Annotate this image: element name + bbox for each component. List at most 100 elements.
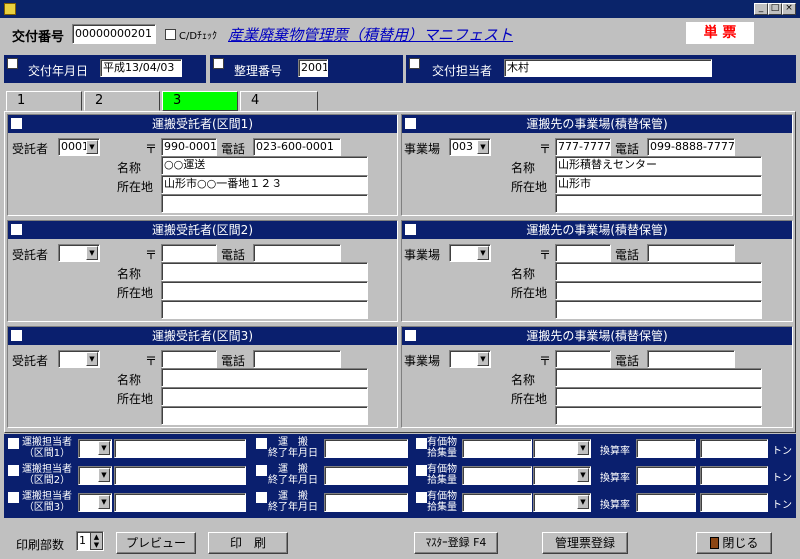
left-address2-field[interactable] [161,406,368,425]
left-name-field[interactable] [161,262,368,281]
right-zip-field[interactable] [555,244,611,262]
right-address2-field[interactable] [555,300,762,319]
valuable-unit-dropdown[interactable]: ▼ [533,466,591,485]
manage-number-checkbox[interactable] [213,58,224,69]
left-contractor-dropdown[interactable]: ▼ [58,350,100,368]
manage-number-field[interactable]: 2001 [298,59,328,77]
driver-dropdown[interactable]: ▼ [78,439,112,458]
left-zip-field[interactable] [161,244,217,262]
print-button[interactable]: 印 刷 [208,532,288,554]
right-section-checkbox[interactable] [405,330,416,341]
issuer-field[interactable]: 木村 [504,59,712,77]
right-tel-field[interactable]: 099-8888-7777 [647,138,735,156]
close-button-label: 閉じる [722,536,759,550]
right-site-dropdown[interactable]: 003 ▼ [449,138,491,156]
left-address2-field[interactable] [161,300,368,319]
driver-dropdown[interactable]: ▼ [78,466,112,485]
left-section-header: 運搬受託者(区間2) [8,221,397,239]
left-contractor-dropdown[interactable]: ▼ [58,244,100,262]
valuable-amount-field[interactable] [462,466,532,485]
left-address-field[interactable] [161,387,368,406]
issue-date-checkbox[interactable] [7,58,18,69]
left-address2-field[interactable] [161,194,368,213]
cd-check-checkbox[interactable] [165,29,176,40]
right-site-dropdown[interactable]: ▼ [449,350,491,368]
right-name-field[interactable] [555,368,762,387]
left-section-checkbox[interactable] [11,330,22,341]
left-zip-field[interactable]: 990-0001 [161,138,217,156]
right-zip-field[interactable] [555,350,611,368]
manifest-register-button[interactable]: 管理票登録 [542,532,628,554]
close-button[interactable]: 閉じる [696,532,772,554]
chevron-down-icon[interactable]: ▼ [477,140,489,154]
valuable-unit-dropdown[interactable]: ▼ [533,439,591,458]
right-address2-field[interactable] [555,194,762,213]
left-tel-field[interactable] [253,244,341,262]
right-address-field[interactable] [555,281,762,300]
chevron-down-icon[interactable]: ▼ [477,352,489,366]
preview-button[interactable]: プレビュー [116,532,196,554]
left-name-field[interactable] [161,368,368,387]
transport-end-date-field[interactable] [324,466,408,485]
left-address-field[interactable] [161,281,368,300]
right-tel-field[interactable] [647,244,735,262]
right-name-field[interactable]: 山形積替えセンター [555,156,762,175]
tab-3[interactable]: 3 [162,91,238,111]
left-zip-field[interactable] [161,350,217,368]
right-site-dropdown[interactable]: ▼ [449,244,491,262]
chevron-down-icon[interactable]: ▼ [86,140,98,154]
right-address2-field[interactable] [555,406,762,425]
master-register-button[interactable]: ﾏｽﾀｰ登録 F4 [414,532,498,554]
tab-4[interactable]: 4 [240,91,318,111]
tab-2[interactable]: 2 [84,91,160,111]
copies-label: 印刷部数 [16,538,65,552]
chevron-down-icon[interactable]: ▼ [86,352,98,366]
left-name-field[interactable]: ○○運送 [161,156,368,175]
issue-date-field[interactable]: 平成13/04/03 [100,59,182,77]
driver-name-field[interactable] [114,439,246,458]
right-section-checkbox[interactable] [405,118,416,129]
left-tel-field[interactable]: 023-600-0001 [253,138,341,156]
valuable-amount-field[interactable] [462,493,532,512]
driver-name-field[interactable] [114,466,246,485]
chevron-down-icon[interactable]: ▼ [98,495,110,509]
chevron-down-icon[interactable]: ▼ [86,246,98,260]
driver-name-field[interactable] [114,493,246,512]
conversion-rate-field[interactable] [636,439,696,458]
issue-number-field[interactable]: 00000000201 [72,24,156,44]
close-window-button[interactable]: × [782,3,796,15]
tonnage-field[interactable] [700,439,768,458]
valuable-unit-dropdown[interactable]: ▼ [533,493,591,512]
right-name-field[interactable] [555,262,762,281]
tonnage-field[interactable] [700,493,768,512]
valuable-amount-field[interactable] [462,439,532,458]
chevron-down-icon[interactable]: ▼ [577,468,589,482]
copies-spinner[interactable]: ▲ ▼ [90,532,103,550]
left-section-checkbox[interactable] [11,118,22,129]
transport-end-line2: 終了年月日 [268,448,318,459]
right-section-checkbox[interactable] [405,224,416,235]
driver-dropdown[interactable]: ▼ [78,493,112,512]
right-zip-field[interactable]: 777-7777 [555,138,611,156]
maximize-button[interactable]: □ [768,3,782,15]
chevron-down-icon[interactable]: ▼ [98,468,110,482]
chevron-down-icon[interactable]: ▼ [98,441,110,455]
issuer-checkbox[interactable] [409,58,420,69]
right-address-field[interactable] [555,387,762,406]
chevron-down-icon[interactable]: ▼ [577,441,589,455]
right-address-field[interactable]: 山形市 [555,175,762,194]
left-tel-field[interactable] [253,350,341,368]
chevron-down-icon[interactable]: ▼ [577,495,589,509]
chevron-down-icon[interactable]: ▼ [477,246,489,260]
left-contractor-dropdown[interactable]: 0001 ▼ [58,138,100,156]
left-section-checkbox[interactable] [11,224,22,235]
minimize-button[interactable]: _ [754,3,768,15]
transport-end-date-field[interactable] [324,439,408,458]
transport-end-date-field[interactable] [324,493,408,512]
conversion-rate-field[interactable] [636,466,696,485]
tonnage-field[interactable] [700,466,768,485]
tab-1[interactable]: 1 [6,91,82,111]
conversion-rate-field[interactable] [636,493,696,512]
left-address-field[interactable]: 山形市○○一番地１２３ [161,175,368,194]
right-tel-field[interactable] [647,350,735,368]
